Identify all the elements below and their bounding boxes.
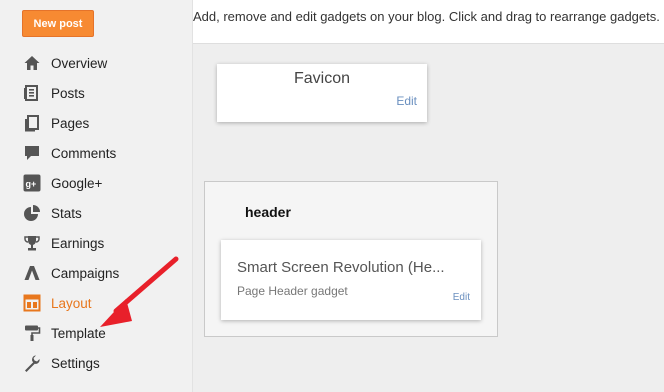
pages-icon xyxy=(22,113,42,133)
sidebar-item-posts[interactable]: Posts xyxy=(0,78,193,108)
sidebar-item-label: Google+ xyxy=(51,175,103,191)
posts-icon xyxy=(22,83,42,103)
page-header-gadget[interactable]: Smart Screen Revolution (He... Page Head… xyxy=(221,240,481,320)
sidebar-item-label: Earnings xyxy=(51,235,105,251)
sidebar-item-label: Comments xyxy=(51,145,117,161)
layout-icon xyxy=(22,293,42,313)
sidebar-item-label: Pages xyxy=(51,115,90,131)
sidebar-item-label: Template xyxy=(51,325,106,341)
header-edit-link[interactable]: Edit xyxy=(453,292,470,303)
sidebar-item-google-plus[interactable]: g+ Google+ xyxy=(0,168,193,198)
sidebar-item-earnings[interactable]: Earnings xyxy=(0,228,193,258)
paint-roller-icon xyxy=(22,323,42,343)
comment-icon xyxy=(22,143,42,163)
google-plus-icon: g+ xyxy=(22,173,42,193)
gadget-title: Favicon xyxy=(293,70,351,87)
sidebar-item-label: Posts xyxy=(51,85,85,101)
home-icon xyxy=(22,53,42,73)
sidebar-item-label: Layout xyxy=(51,295,92,311)
header-section: header Smart Screen Revolution (He... Pa… xyxy=(204,181,498,337)
sidebar-item-template[interactable]: Template xyxy=(0,318,193,348)
sidebar-item-label: Overview xyxy=(51,55,108,71)
wrench-icon xyxy=(22,353,42,373)
sidebar-item-overview[interactable]: Overview xyxy=(0,48,193,78)
sidebar-item-pages[interactable]: Pages xyxy=(0,108,193,138)
sidebar-item-comments[interactable]: Comments xyxy=(0,138,193,168)
sidebar-item-settings[interactable]: Settings xyxy=(0,348,193,378)
adwords-icon xyxy=(22,263,42,283)
sidebar-item-label: Settings xyxy=(51,355,100,371)
sidebar-nav: Overview Posts Pages Comments g+ Google+ xyxy=(0,48,193,378)
sidebar-item-stats[interactable]: Stats xyxy=(0,198,193,228)
trophy-icon xyxy=(22,233,42,253)
instructions-bar: Add, remove and edit gadgets on your blo… xyxy=(193,0,664,44)
stats-pie-icon xyxy=(22,203,42,223)
sidebar-item-campaigns[interactable]: Campaigns xyxy=(0,258,193,288)
sidebar-item-layout[interactable]: Layout xyxy=(0,288,193,318)
gadget-type: Page Header gadget xyxy=(237,284,348,298)
instructions-text: Add, remove and edit gadgets on your blo… xyxy=(193,9,660,24)
favicon-edit-link[interactable]: Edit xyxy=(396,94,417,108)
layout-editor: Add, remove and edit gadgets on your blo… xyxy=(193,0,664,392)
favicon-gadget[interactable]: Favicon Edit xyxy=(217,64,427,122)
sidebar: New post Overview Posts Pages Comments g… xyxy=(0,0,193,392)
sidebar-item-label: Stats xyxy=(51,205,82,221)
new-post-button[interactable]: New post xyxy=(22,10,94,37)
section-title: header xyxy=(245,204,291,220)
gadget-title: Smart Screen Revolution (He... xyxy=(237,259,445,276)
sidebar-item-label: Campaigns xyxy=(51,265,120,281)
svg-text:g+: g+ xyxy=(26,179,37,189)
